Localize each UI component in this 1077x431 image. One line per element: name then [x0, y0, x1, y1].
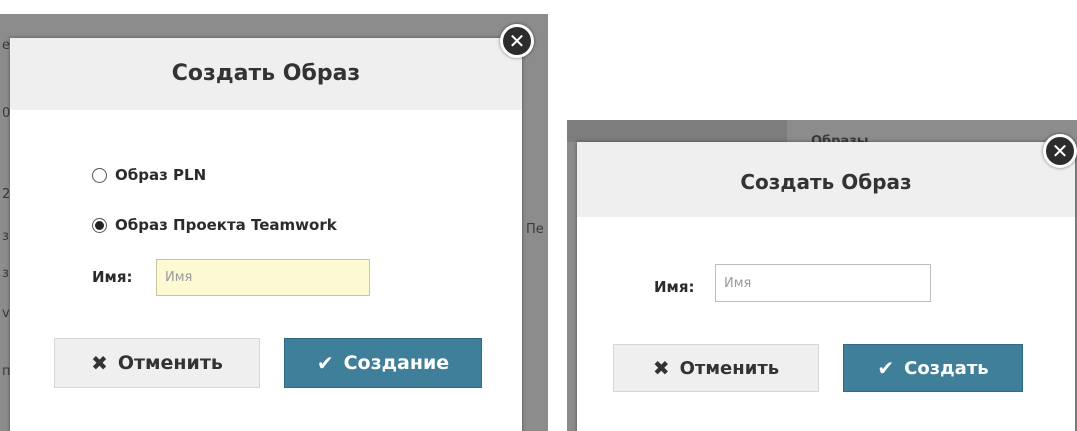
- radio-label: Образ Проекта Teamwork: [115, 216, 337, 234]
- x-icon: ✖: [91, 351, 108, 375]
- dialog-title: Создать Образ: [577, 142, 1075, 217]
- name-label: Имя:: [654, 278, 695, 296]
- x-icon: ✖: [652, 356, 670, 380]
- radio-button-checked[interactable]: [92, 217, 107, 233]
- background-toolbar: [567, 120, 787, 142]
- radio-image-teamwork[interactable]: Образ Проекта Teamwork: [92, 216, 337, 234]
- create-button[interactable]: ✔ Создание: [284, 338, 482, 388]
- radio-image-pln[interactable]: Образ PLN: [92, 166, 206, 184]
- radio-label: Образ PLN: [115, 166, 207, 184]
- cancel-label: Отменить: [117, 352, 223, 374]
- cancel-button[interactable]: ✖ Отменить: [54, 338, 260, 388]
- radio-button[interactable]: [92, 167, 107, 183]
- create-button[interactable]: ✔ Создать: [843, 344, 1023, 392]
- background-text: з: [2, 229, 9, 244]
- background-text: v: [2, 306, 10, 321]
- background-text: е: [2, 38, 10, 53]
- create-label: Создать: [904, 357, 989, 379]
- create-image-dialog: Создать Образ Образ PLN Образ Проекта Te…: [10, 38, 522, 431]
- cancel-label: Отменить: [679, 357, 780, 379]
- name-input[interactable]: [156, 259, 370, 296]
- create-label: Создание: [343, 352, 450, 374]
- name-input[interactable]: [715, 264, 931, 302]
- checkmark-icon: ✔: [316, 351, 334, 375]
- dialog-title: Создать Образ: [10, 38, 522, 110]
- name-label: Имя:: [92, 268, 133, 286]
- background-text: Пе: [526, 222, 544, 237]
- checkmark-icon: ✔: [877, 356, 895, 380]
- cancel-button[interactable]: ✖ Отменить: [613, 344, 819, 392]
- right-screenshot: Образы Создать Образ Имя: ✖ Отменить ✔ С…: [567, 120, 1077, 431]
- close-icon[interactable]: ✕: [1043, 134, 1077, 168]
- close-icon[interactable]: ✕: [500, 24, 534, 58]
- left-screenshot: е 0 2 з з v п Пе Создать Образ Образ PLN…: [0, 14, 548, 431]
- background-text: з: [2, 266, 9, 281]
- create-image-dialog: Создать Образ Имя: ✖ Отменить ✔ Создать: [577, 142, 1075, 431]
